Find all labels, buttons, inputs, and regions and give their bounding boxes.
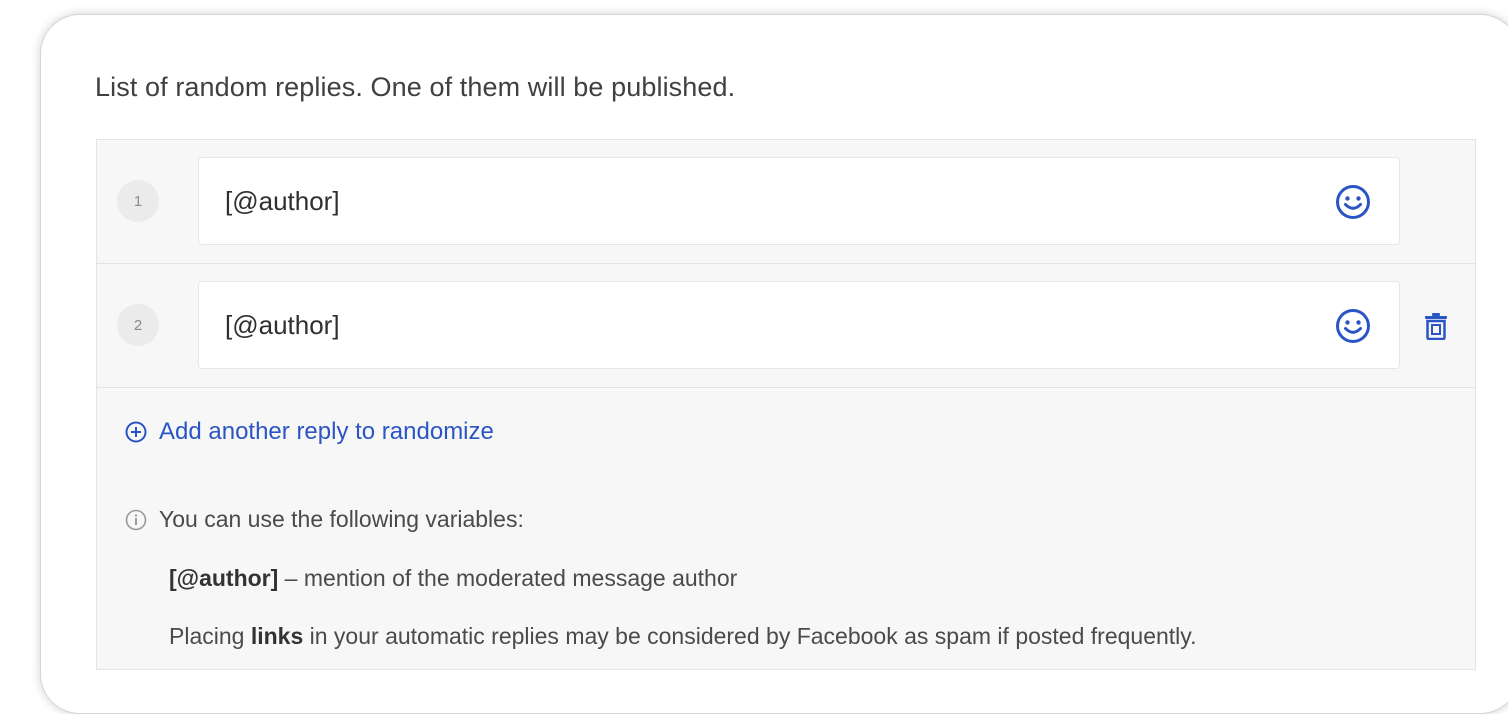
add-reply-label: Add another reply to randomize	[159, 418, 494, 445]
reply-input-value: [@author]	[225, 310, 340, 340]
trash-icon[interactable]	[1423, 312, 1449, 340]
replies-panel: 1 [@author] 2 [@author] Add another repl…	[96, 139, 1476, 670]
smiley-face-icon[interactable]	[1335, 184, 1371, 220]
reply-number-badge: 1	[117, 180, 159, 222]
links-warning: Placing links in your automatic replies …	[169, 623, 1196, 650]
section-heading: List of random replies. One of them will…	[95, 72, 736, 102]
smiley-face-icon[interactable]	[1335, 308, 1371, 344]
warning-bold-links: links	[250, 623, 304, 649]
variable-desc-text: – mention of the moderated message autho…	[278, 565, 738, 591]
reply-row: 2 [@author]	[97, 264, 1475, 388]
info-circle-icon	[125, 509, 147, 530]
plus-circle-icon	[125, 421, 147, 443]
variable-description: [@author] – mention of the moderated mes…	[169, 565, 737, 592]
reply-row: 1 [@author]	[97, 140, 1475, 264]
warning-suffix: in your automatic replies may be conside…	[303, 623, 1197, 649]
reply-input[interactable]: [@author]	[198, 281, 1400, 369]
reply-input-value: [@author]	[225, 186, 340, 216]
reply-input[interactable]: [@author]	[198, 157, 1400, 245]
add-reply-button[interactable]: Add another reply to randomize	[125, 418, 494, 446]
variable-name: [@author]	[169, 565, 279, 591]
variables-info: You can use the following variables:	[125, 506, 524, 533]
warning-prefix: Placing	[169, 623, 251, 649]
variables-info-title: You can use the following variables:	[159, 506, 524, 532]
reply-number-badge: 2	[117, 304, 159, 346]
